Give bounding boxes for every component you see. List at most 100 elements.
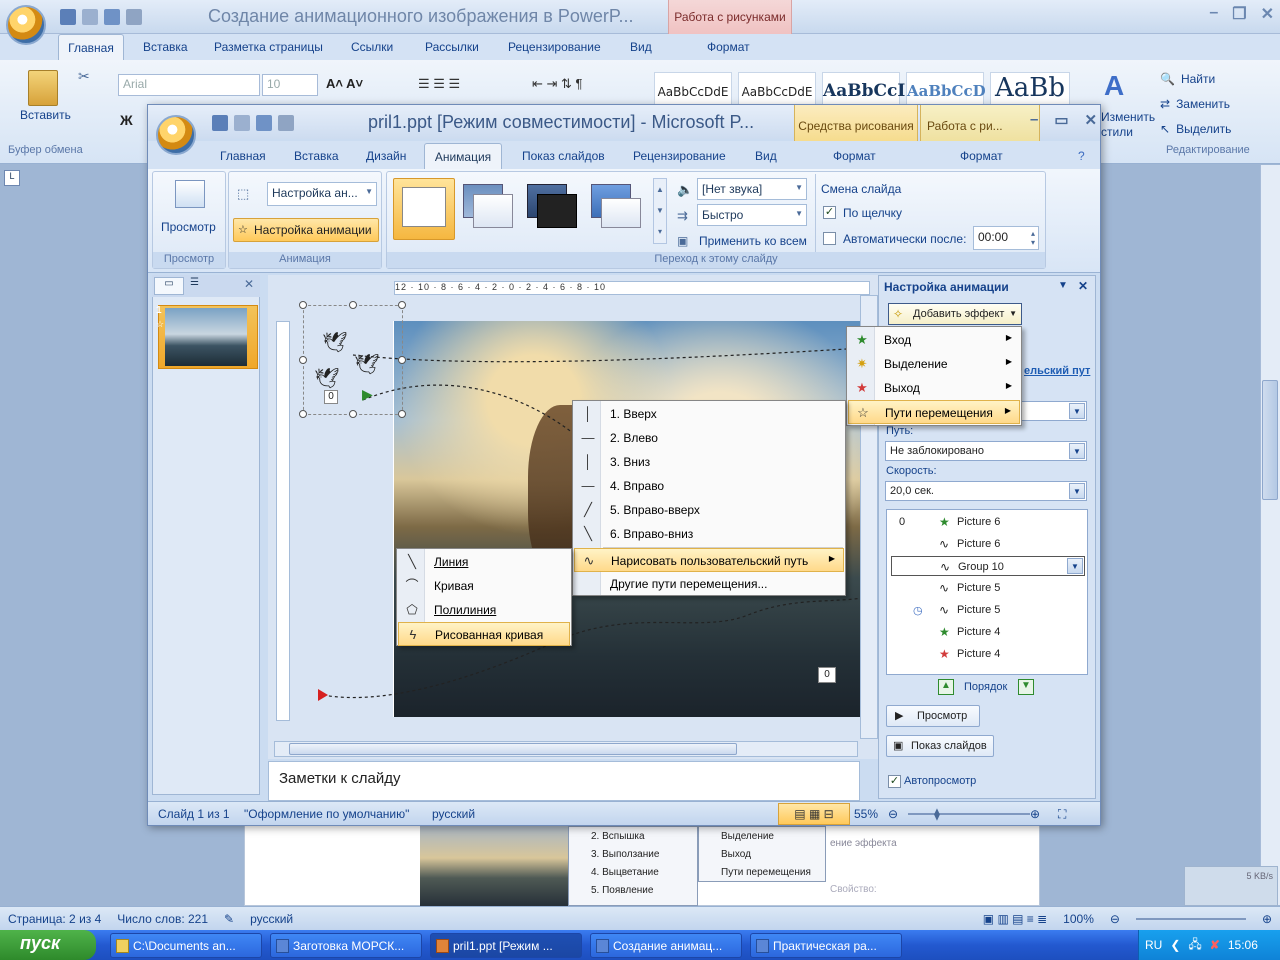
minimize-icon[interactable]: – — [1030, 111, 1038, 129]
resize-handle[interactable] — [299, 356, 307, 364]
menu-item-exit[interactable]: ★ Выход ▶ — [848, 376, 1020, 400]
change-styles-label-1[interactable]: Изменить — [1101, 110, 1155, 124]
replace-button[interactable]: ⇄ Заменить — [1160, 91, 1231, 116]
move-up-icon[interactable]: ▲ — [938, 679, 954, 695]
transition-dark-thumb[interactable] — [527, 184, 581, 234]
auto-after-time-spinner[interactable]: 00:00 ▴ ▾ — [973, 226, 1039, 250]
custom-animation-button[interactable]: ☆ Настройка анимации — [233, 218, 379, 242]
transition-sound-dropdown[interactable]: [Нет звука] ▼ — [697, 178, 807, 200]
menu-item-draw-custom-path[interactable]: ∿ Нарисовать пользовательский путь ▶ — [574, 548, 844, 572]
menu-item-more-paths[interactable]: Другие пути перемещения... — [574, 572, 844, 596]
language-indicator[interactable]: RU — [1145, 938, 1162, 952]
menu-item-up-right[interactable]: ╱ 5. Вправо-вверх — [574, 498, 844, 522]
start-button[interactable]: пуск — [0, 930, 96, 960]
on-click-checkbox[interactable]: ✓ — [823, 206, 836, 219]
menu-item-left[interactable]: —2. Влево — [574, 426, 844, 450]
ruler-tab-selector[interactable]: L — [4, 170, 20, 186]
pp-tab-review[interactable]: Рецензирование — [633, 149, 726, 163]
status-zoom[interactable]: 100% — [1063, 912, 1094, 926]
resize-handle[interactable] — [299, 301, 307, 309]
menu-item-motion-paths[interactable]: ☆ Пути перемещения ▶ — [848, 400, 1020, 424]
menu-item-freeform[interactable]: ⬠ Полилиния — [398, 598, 570, 622]
redo-icon[interactable] — [104, 9, 120, 25]
pp-tab-design[interactable]: Дизайн — [366, 149, 406, 163]
style-heading2[interactable]: AaBbCcD — [906, 72, 986, 106]
menu-item-down-right[interactable]: ╲ 6. Вправо-вниз — [574, 522, 844, 546]
effect-list-item-selected[interactable]: ∿ Group 10 ▼ — [891, 556, 1085, 576]
slides-tab-icon[interactable]: ▭ — [154, 277, 184, 295]
zoom-in-icon[interactable]: ⊕ — [1030, 807, 1040, 821]
status-theme[interactable]: "Оформление по умолчанию" — [244, 807, 409, 821]
undo-icon[interactable] — [234, 115, 250, 131]
style-normal[interactable]: AaBbCcDdE — [654, 72, 732, 106]
fit-window-icon[interactable]: ⛶ — [1058, 807, 1066, 822]
motion-path-1[interactable] — [352, 346, 878, 363]
animate-dropdown[interactable]: Настройка ан... ▼ — [267, 182, 377, 206]
effect-list-item[interactable]: ∿ Picture 5 — [891, 578, 1085, 598]
close-pane-icon[interactable]: ✕ — [1078, 279, 1088, 293]
zoom-in-icon[interactable]: ⊕ — [1262, 912, 1272, 926]
pp-tab-slideshow[interactable]: Показ слайдов — [522, 149, 605, 163]
font-name-field[interactable]: Arial — [118, 74, 260, 96]
menu-item-down[interactable]: │ 3. Вниз — [574, 450, 844, 474]
effect-list-item[interactable]: ★ Picture 4 — [891, 622, 1085, 642]
menu-item-emphasis[interactable]: ✷ Выделение ▶ — [848, 352, 1020, 376]
indent-icon[interactable]: ⇤ ⇥ ⇅ ¶ — [532, 76, 583, 92]
antivirus-icon[interactable]: ✘ — [1210, 938, 1220, 952]
resize-handle[interactable] — [398, 410, 406, 418]
preview-button[interactable]: Просмотр — [161, 220, 216, 234]
menu-item-right[interactable]: —4. Вправо — [574, 474, 844, 498]
pp-tab-format-picture[interactable]: Формат — [960, 149, 1003, 163]
close-panel-icon[interactable]: ✕ — [244, 277, 254, 291]
pane-options-icon[interactable]: ▼ — [1058, 280, 1068, 291]
resize-handle[interactable] — [398, 301, 406, 309]
style-heading1[interactable]: AaBbCcI — [822, 72, 905, 106]
play-preview-button[interactable]: ▶ Просмотр — [886, 705, 980, 727]
pp-tab-home[interactable]: Главная — [220, 149, 266, 163]
effect-list-item[interactable]: 0 ★ Picture 6 — [891, 512, 1085, 532]
status-language[interactable]: русский — [432, 807, 475, 821]
transition-fade-thumb[interactable] — [463, 184, 517, 234]
word-tab-references[interactable]: Ссылки — [351, 40, 393, 54]
status-words[interactable]: Число слов: 221 — [117, 912, 208, 926]
office-button[interactable] — [6, 5, 46, 45]
word-tab-view[interactable]: Вид — [630, 40, 652, 54]
slideshow-icon[interactable] — [278, 115, 294, 131]
save-icon[interactable] — [60, 9, 76, 25]
slideshow-button[interactable]: ▣ Показ слайдов — [886, 735, 994, 757]
animation-order-badge[interactable]: 0 — [818, 667, 836, 683]
font-size-field[interactable]: 10 — [262, 74, 318, 96]
word-tab-format[interactable]: Формат — [707, 40, 750, 54]
save-icon[interactable] — [212, 115, 228, 131]
word-tab-insert[interactable]: Вставка — [143, 40, 188, 54]
change-styles-icon[interactable]: A — [1104, 70, 1124, 102]
pp-tab-insert[interactable]: Вставка — [294, 149, 339, 163]
pp-tab-animation[interactable]: Анимация — [424, 143, 502, 170]
paste-icon[interactable] — [28, 70, 58, 106]
gallery-scroll[interactable]: ▲ ▼ ▾ — [653, 178, 667, 244]
word-tab-layout[interactable]: Разметка страницы — [214, 40, 323, 54]
status-language[interactable]: русский — [250, 912, 293, 926]
outline-tab-icon[interactable]: ☰ — [190, 277, 199, 288]
zoom-out-icon[interactable]: ⊖ — [888, 807, 898, 821]
slide-notes-field[interactable]: Заметки к слайду — [268, 761, 860, 801]
view-normal-buttons[interactable]: ▤ ▦ ⊟ — [778, 803, 850, 825]
add-effect-button[interactable]: ✧ Добавить эффект ▼ — [888, 303, 1022, 325]
auto-after-checkbox[interactable] — [823, 232, 836, 245]
effect-list-item[interactable]: ★ Picture 4 — [891, 644, 1085, 664]
select-button[interactable]: ↖ Выделить — [1160, 116, 1231, 141]
bold-icon[interactable]: Ж — [120, 112, 133, 128]
find-button[interactable]: 🔍 Найти — [1160, 66, 1231, 91]
change-styles-label-2[interactable]: стили — [1101, 125, 1133, 139]
close-icon[interactable]: ✕ — [1085, 111, 1098, 129]
resize-handle[interactable] — [398, 356, 406, 364]
word-tab-mailings[interactable]: Рассылки — [425, 40, 479, 54]
spelling-icon[interactable]: ✎ — [224, 912, 234, 926]
network-icon[interactable]: 🖧 — [1188, 935, 1201, 956]
print-icon[interactable] — [126, 9, 142, 25]
undo-icon[interactable] — [82, 9, 98, 25]
task-word-doc-1[interactable]: Заготовка МОРСК... — [270, 933, 422, 958]
pp-office-button[interactable] — [156, 115, 196, 155]
word-tab-review[interactable]: Рецензирование — [508, 40, 601, 54]
cut-icon[interactable]: ✂ — [78, 68, 90, 85]
